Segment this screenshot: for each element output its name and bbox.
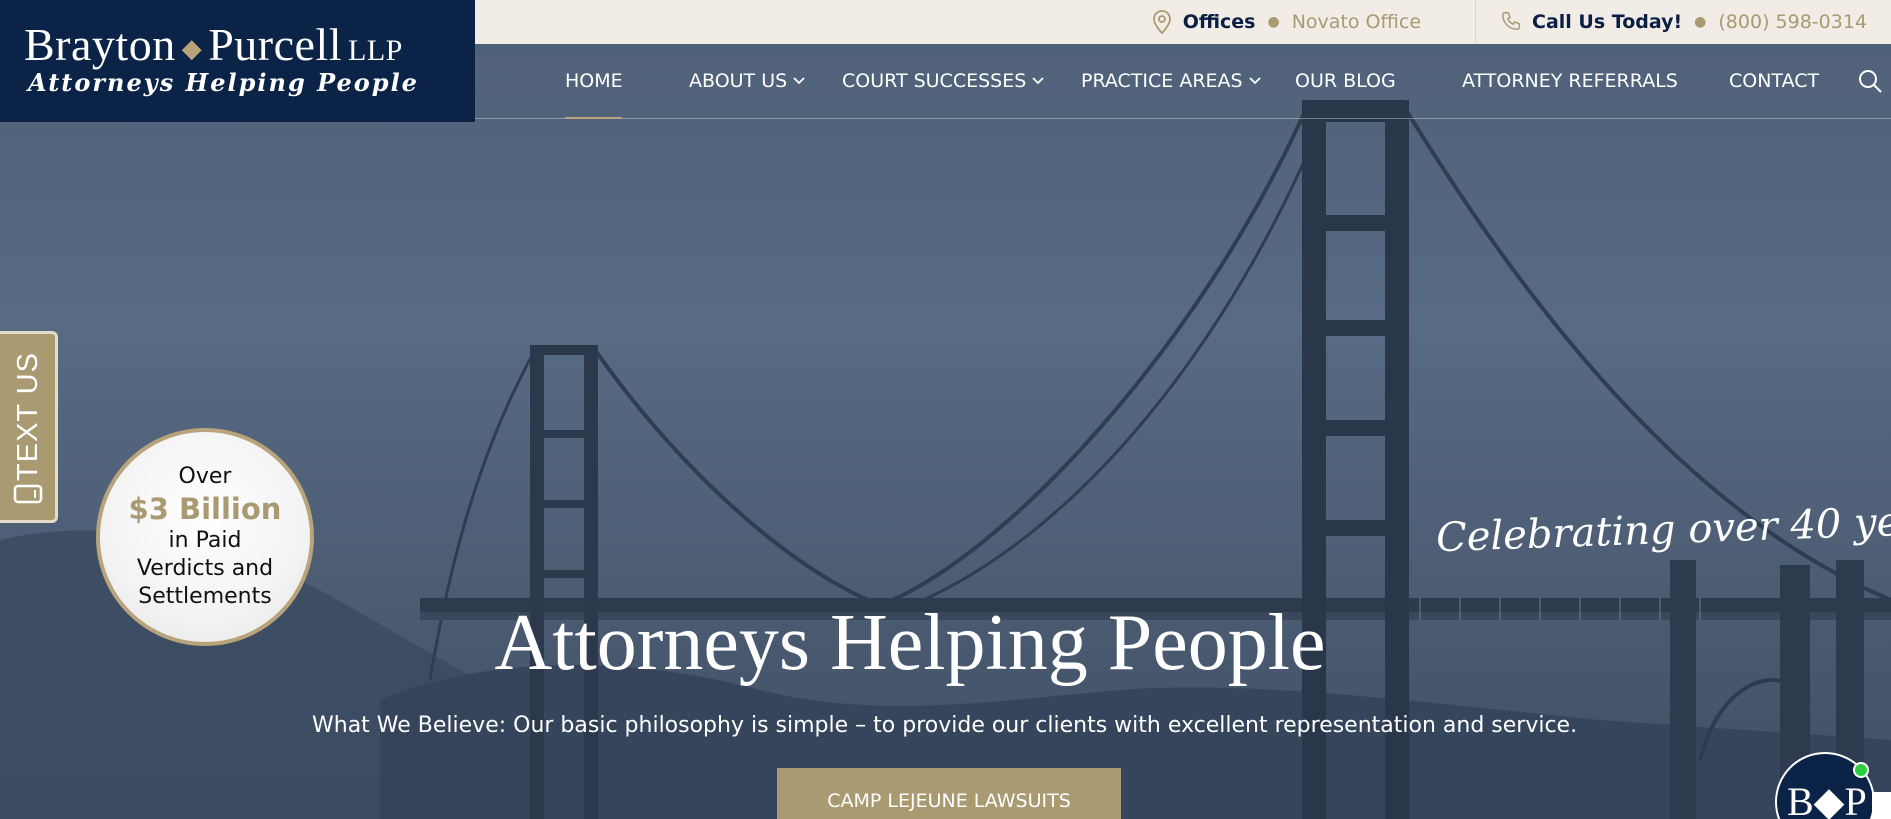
camp-lejeune-button[interactable]: CAMP LEJEUNE LAWSUITS <box>777 768 1121 819</box>
chevron-down-icon <box>793 77 805 85</box>
badge-line4: Verdicts and <box>136 556 274 581</box>
nav-court-successes[interactable]: COURT SUCCESSES <box>842 70 1044 92</box>
online-status-dot <box>1853 762 1869 778</box>
brand-logo[interactable]: Brayton ◆ Purcell LLP Attorneys Helping Peo… <box>0 0 475 122</box>
separator-dot: ● <box>1267 14 1280 30</box>
separator-dot: ● <box>1694 14 1707 30</box>
top-utility-bar: Offices ● Novato Office Call Us Today! ●… <box>475 0 1891 44</box>
golden-gate-bridge-image <box>0 98 1891 819</box>
logo-firm-name: Brayton ◆ Purcell LLP <box>24 19 403 70</box>
offices-label: Offices <box>1182 11 1256 33</box>
offices-value: Novato Office <box>1291 11 1422 33</box>
hero-background <box>0 0 1891 819</box>
offices-selector[interactable]: Offices ● Novato Office <box>1127 0 1477 44</box>
nav-practice-areas[interactable]: PRACTICE AREAS <box>1081 70 1261 92</box>
badge-line3: in Paid <box>168 528 242 553</box>
badge-over: Over <box>178 464 232 489</box>
text-us-tab[interactable]: TEXT US <box>0 331 58 523</box>
chevron-down-icon <box>1032 77 1044 85</box>
badge-amount: $3 Billion <box>128 492 282 526</box>
phone-number[interactable]: (800) 598-0314 <box>1718 11 1867 33</box>
text-us-label: TEXT US <box>11 351 44 481</box>
map-pin-icon <box>1151 9 1173 35</box>
phone-icon <box>1500 9 1522 35</box>
nav-about-us[interactable]: ABOUT US <box>689 70 805 92</box>
nav-attorney-referrals[interactable]: ATTORNEY REFERRALS <box>1462 70 1678 92</box>
nav-active-indicator <box>565 117 622 119</box>
call-label: Call Us Today! <box>1532 11 1683 33</box>
mobile-phone-icon <box>13 484 43 504</box>
call-link[interactable]: Call Us Today! ● (800) 598-0314 <box>1476 0 1891 44</box>
main-navigation: HOME ABOUT US COURT SUCCESSES PRACTICE A… <box>475 44 1891 119</box>
hero-belief-text: What We Believe: Our basic philosophy is… <box>312 713 1578 738</box>
chat-monogram: B◆P <box>1787 779 1867 819</box>
search-icon[interactable] <box>1857 68 1883 94</box>
hero-headline: Attorneys Helping People <box>494 599 1326 687</box>
nav-home[interactable]: HOME <box>565 70 623 92</box>
page-edge <box>1872 792 1891 819</box>
nav-contact[interactable]: CONTACT <box>1729 70 1819 92</box>
chevron-down-icon <box>1248 77 1261 85</box>
nav-our-blog[interactable]: OUR BLOG <box>1295 70 1396 92</box>
logo-tagline: Attorneys Helping People <box>28 68 419 97</box>
